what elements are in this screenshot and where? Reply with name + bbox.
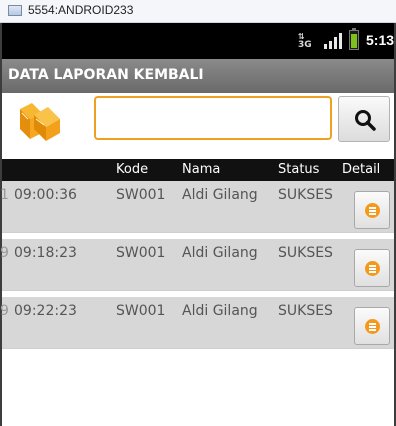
search-row: [2, 93, 394, 153]
network-3g-icon: ⇅ 3G: [298, 32, 312, 50]
row-status: SUKSES: [278, 303, 333, 319]
header-detail: Detail: [342, 162, 381, 177]
status-bar: ⇅ 3G 5:13: [2, 23, 394, 59]
window-title-bar: 5554:ANDROID233: [0, 0, 396, 23]
row-date-fragment: 9: [0, 303, 9, 319]
window-icon: [8, 5, 22, 16]
row-date-fragment: 1: [0, 187, 9, 203]
signal-strength-icon: [324, 33, 344, 49]
detail-button[interactable]: [354, 191, 390, 229]
battery-icon: [349, 28, 359, 50]
search-icon: [355, 110, 376, 131]
row-nama: Aldi Gilang: [182, 187, 258, 203]
row-kode: SW001: [116, 187, 166, 203]
row-time: 09:22:23: [14, 303, 77, 319]
row-time: 09:00:36: [14, 187, 77, 203]
page-title: DATA LAPORAN KEMBALI: [8, 67, 204, 83]
list-icon: [365, 261, 380, 276]
row-nama: Aldi Gilang: [182, 245, 258, 261]
detail-button[interactable]: [354, 249, 390, 287]
row-status: SUKSES: [278, 245, 333, 261]
window-title: 5554:ANDROID233: [28, 3, 134, 17]
table-row: 1 09:00:36 SW001 Aldi Gilang SUKSES: [0, 181, 394, 233]
row-time: 09:18:23: [14, 245, 77, 261]
detail-button[interactable]: [354, 307, 390, 345]
header-nama: Nama: [182, 162, 221, 177]
network-label: 3G: [298, 40, 312, 50]
search-input[interactable]: [94, 96, 332, 140]
row-nama: Aldi Gilang: [182, 303, 258, 319]
row-kode: SW001: [116, 303, 166, 319]
app-title-bar: DATA LAPORAN KEMBALI: [2, 59, 394, 94]
status-time: 5:13: [366, 32, 395, 48]
header-kode: Kode: [116, 162, 149, 177]
table-header: Kode Nama Status Detail: [2, 159, 394, 181]
search-button[interactable]: [338, 96, 390, 142]
list-icon: [365, 319, 380, 334]
table-row: 9 09:18:23 SW001 Aldi Gilang SUKSES: [0, 239, 394, 291]
table-row: 9 09:22:23 SW001 Aldi Gilang SUKSES: [0, 297, 394, 349]
row-status: SUKSES: [278, 187, 333, 203]
books-icon: [20, 103, 60, 141]
list-icon: [365, 203, 380, 218]
row-kode: SW001: [116, 245, 166, 261]
header-status: Status: [278, 162, 320, 177]
row-date-fragment: 9: [0, 245, 9, 261]
report-table: Kode Nama Status Detail 1 09:00:36 SW001…: [0, 159, 394, 349]
